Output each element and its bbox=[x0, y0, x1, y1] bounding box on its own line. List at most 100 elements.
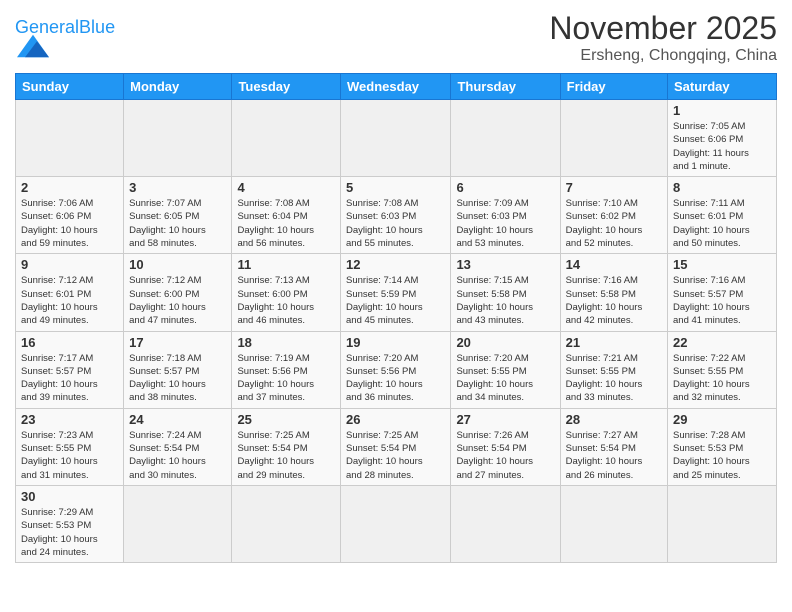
week-row-3: 9Sunrise: 7:12 AMSunset: 6:01 PMDaylight… bbox=[16, 254, 777, 331]
day-info: Sunrise: 7:16 AMSunset: 5:57 PMDaylight:… bbox=[673, 274, 771, 327]
day-cell bbox=[341, 485, 451, 562]
day-cell: 24Sunrise: 7:24 AMSunset: 5:54 PMDayligh… bbox=[124, 408, 232, 485]
calendar-header-friday: Friday bbox=[560, 74, 667, 100]
day-cell: 12 Sunrise: 7:14 AMSunset: 5:59 PMDayligh… bbox=[341, 254, 451, 331]
title-block: November 2025 Ersheng, Chongqing, China bbox=[549, 10, 777, 65]
day-cell: 14Sunrise: 7:16 AMSunset: 5:58 PMDayligh… bbox=[560, 254, 667, 331]
day-number: 15 bbox=[673, 257, 771, 272]
day-number: 20 bbox=[456, 335, 554, 350]
day-info: Sunrise: 7:18 AMSunset: 5:57 PMDaylight:… bbox=[129, 352, 226, 405]
day-info: Sunrise: 7:05 AMSunset: 6:06 PMDaylight:… bbox=[673, 120, 771, 173]
day-number: 7 bbox=[566, 180, 662, 195]
day-cell: 11Sunrise: 7:13 AMSunset: 6:00 PMDayligh… bbox=[232, 254, 341, 331]
logo-icon bbox=[17, 32, 49, 60]
day-info: Sunrise: 7:06 AMSunset: 6:06 PMDaylight:… bbox=[21, 197, 118, 250]
day-cell bbox=[124, 485, 232, 562]
day-info: Sunrise: 7:08 AMSunset: 6:04 PMDaylight:… bbox=[237, 197, 335, 250]
day-number: 2 bbox=[21, 180, 118, 195]
day-cell bbox=[451, 485, 560, 562]
day-cell: 17 Sunrise: 7:18 AMSunset: 5:57 PMDayligh… bbox=[124, 331, 232, 408]
day-number: 30 bbox=[21, 489, 118, 504]
day-number: 25 bbox=[237, 412, 335, 427]
week-row-1: 1 Sunrise: 7:05 AMSunset: 6:06 PMDaylight… bbox=[16, 100, 777, 177]
header: GeneralBlue November 2025 Ersheng, Chong… bbox=[15, 10, 777, 65]
day-info: Sunrise: 7:20 AMSunset: 5:55 PMDaylight:… bbox=[456, 352, 554, 405]
day-cell: 3 Sunrise: 7:07 AMSunset: 6:05 PMDaylight… bbox=[124, 177, 232, 254]
day-info: Sunrise: 7:26 AMSunset: 5:54 PMDaylight:… bbox=[456, 429, 554, 482]
day-info: Sunrise: 7:07 AMSunset: 6:05 PMDaylight:… bbox=[129, 197, 226, 250]
calendar-header-tuesday: Tuesday bbox=[232, 74, 341, 100]
day-info: Sunrise: 7:14 AMSunset: 5:59 PMDaylight:… bbox=[346, 274, 445, 327]
day-number: 1 bbox=[673, 103, 771, 118]
day-cell: 16 Sunrise: 7:17 AMSunset: 5:57 PMDayligh… bbox=[16, 331, 124, 408]
day-number: 23 bbox=[21, 412, 118, 427]
day-info: Sunrise: 7:25 AMSunset: 5:54 PMDaylight:… bbox=[237, 429, 335, 482]
day-number: 16 bbox=[21, 335, 118, 350]
day-info: Sunrise: 7:28 AMSunset: 5:53 PMDaylight:… bbox=[673, 429, 771, 482]
day-info: Sunrise: 7:10 AMSunset: 6:02 PMDaylight:… bbox=[566, 197, 662, 250]
day-info: Sunrise: 7:20 AMSunset: 5:56 PMDaylight:… bbox=[346, 352, 445, 405]
week-row-4: 16 Sunrise: 7:17 AMSunset: 5:57 PMDayligh… bbox=[16, 331, 777, 408]
day-cell: 30 Sunrise: 7:29 AMSunset: 5:53 PMDayligh… bbox=[16, 485, 124, 562]
week-row-2: 2 Sunrise: 7:06 AMSunset: 6:06 PMDaylight… bbox=[16, 177, 777, 254]
logo-blue: Blue bbox=[79, 17, 115, 37]
day-cell bbox=[668, 485, 777, 562]
day-number: 4 bbox=[237, 180, 335, 195]
day-number: 6 bbox=[456, 180, 554, 195]
day-number: 8 bbox=[673, 180, 771, 195]
day-info: Sunrise: 7:22 AMSunset: 5:55 PMDaylight:… bbox=[673, 352, 771, 405]
day-cell bbox=[341, 100, 451, 177]
day-number: 12 bbox=[346, 257, 445, 272]
day-cell bbox=[451, 100, 560, 177]
day-cell: 10Sunrise: 7:12 AMSunset: 6:00 PMDayligh… bbox=[124, 254, 232, 331]
day-number: 19 bbox=[346, 335, 445, 350]
day-cell bbox=[232, 485, 341, 562]
day-number: 26 bbox=[346, 412, 445, 427]
day-cell: 9Sunrise: 7:12 AMSunset: 6:01 PMDaylight… bbox=[16, 254, 124, 331]
day-number: 21 bbox=[566, 335, 662, 350]
day-cell: 27Sunrise: 7:26 AMSunset: 5:54 PMDayligh… bbox=[451, 408, 560, 485]
day-number: 18 bbox=[237, 335, 335, 350]
calendar-header-monday: Monday bbox=[124, 74, 232, 100]
week-row-6: 30 Sunrise: 7:29 AMSunset: 5:53 PMDayligh… bbox=[16, 485, 777, 562]
day-info: Sunrise: 7:27 AMSunset: 5:54 PMDaylight:… bbox=[566, 429, 662, 482]
day-cell: 29Sunrise: 7:28 AMSunset: 5:53 PMDayligh… bbox=[668, 408, 777, 485]
day-cell: 4 Sunrise: 7:08 AMSunset: 6:04 PMDaylight… bbox=[232, 177, 341, 254]
month-title: November 2025 bbox=[549, 10, 777, 47]
day-number: 28 bbox=[566, 412, 662, 427]
day-cell: 6 Sunrise: 7:09 AMSunset: 6:03 PMDaylight… bbox=[451, 177, 560, 254]
day-info: Sunrise: 7:09 AMSunset: 6:03 PMDaylight:… bbox=[456, 197, 554, 250]
calendar-header-thursday: Thursday bbox=[451, 74, 560, 100]
day-number: 13 bbox=[456, 257, 554, 272]
day-cell: 23Sunrise: 7:23 AMSunset: 5:55 PMDayligh… bbox=[16, 408, 124, 485]
day-cell: 20 Sunrise: 7:20 AMSunset: 5:55 PMDayligh… bbox=[451, 331, 560, 408]
calendar-header-row: SundayMondayTuesdayWednesdayThursdayFrid… bbox=[16, 74, 777, 100]
day-info: Sunrise: 7:15 AMSunset: 5:58 PMDaylight:… bbox=[456, 274, 554, 327]
day-cell: 21 Sunrise: 7:21 AMSunset: 5:55 PMDayligh… bbox=[560, 331, 667, 408]
day-info: Sunrise: 7:17 AMSunset: 5:57 PMDaylight:… bbox=[21, 352, 118, 405]
day-info: Sunrise: 7:21 AMSunset: 5:55 PMDaylight:… bbox=[566, 352, 662, 405]
day-cell: 15 Sunrise: 7:16 AMSunset: 5:57 PMDayligh… bbox=[668, 254, 777, 331]
day-info: Sunrise: 7:11 AMSunset: 6:01 PMDaylight:… bbox=[673, 197, 771, 250]
day-info: Sunrise: 7:16 AMSunset: 5:58 PMDaylight:… bbox=[566, 274, 662, 327]
day-info: Sunrise: 7:29 AMSunset: 5:53 PMDaylight:… bbox=[21, 506, 118, 559]
day-cell bbox=[16, 100, 124, 177]
day-cell: 19 Sunrise: 7:20 AMSunset: 5:56 PMDayligh… bbox=[341, 331, 451, 408]
day-cell: 5Sunrise: 7:08 AMSunset: 6:03 PMDaylight… bbox=[341, 177, 451, 254]
day-cell: 7 Sunrise: 7:10 AMSunset: 6:02 PMDaylight… bbox=[560, 177, 667, 254]
day-info: Sunrise: 7:12 AMSunset: 6:00 PMDaylight:… bbox=[129, 274, 226, 327]
day-cell: 26Sunrise: 7:25 AMSunset: 5:54 PMDayligh… bbox=[341, 408, 451, 485]
day-cell: 28 Sunrise: 7:27 AMSunset: 5:54 PMDayligh… bbox=[560, 408, 667, 485]
day-cell: 13 Sunrise: 7:15 AMSunset: 5:58 PMDayligh… bbox=[451, 254, 560, 331]
day-info: Sunrise: 7:19 AMSunset: 5:56 PMDaylight:… bbox=[237, 352, 335, 405]
day-cell bbox=[124, 100, 232, 177]
calendar-header-sunday: Sunday bbox=[16, 74, 124, 100]
day-cell bbox=[560, 100, 667, 177]
day-number: 5 bbox=[346, 180, 445, 195]
day-number: 3 bbox=[129, 180, 226, 195]
calendar-header-saturday: Saturday bbox=[668, 74, 777, 100]
logo: GeneralBlue bbox=[15, 18, 115, 65]
day-cell bbox=[560, 485, 667, 562]
day-info: Sunrise: 7:24 AMSunset: 5:54 PMDaylight:… bbox=[129, 429, 226, 482]
day-number: 17 bbox=[129, 335, 226, 350]
